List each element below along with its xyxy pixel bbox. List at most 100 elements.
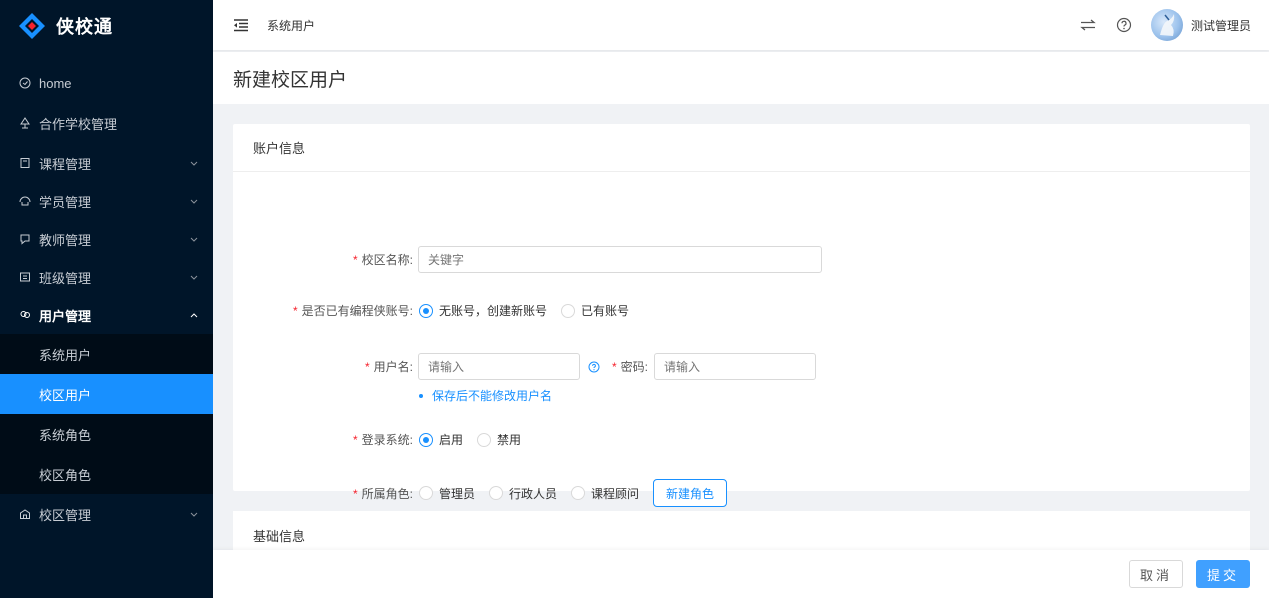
- sidebar-item-label: 用户管理: [39, 308, 92, 324]
- sidebar-subitem-campus-roles[interactable]: 校区角色: [0, 454, 213, 494]
- username-hint: 保存后不能修改用户名: [419, 387, 552, 404]
- radio-role-consultant[interactable]: 课程顾问: [571, 485, 639, 502]
- page-title: 新建校区用户: [233, 69, 348, 91]
- radio-dot: [419, 303, 433, 318]
- account-info-card: 账户信息 *校区名称: *是否已有编程侠账号: 无账号，创建新账号 已有账号 *…: [233, 124, 1250, 507]
- sidebar-item-courses[interactable]: 课程管理: [0, 144, 213, 182]
- sidebar-item-classes[interactable]: 班级管理: [0, 258, 213, 296]
- submit-button[interactable]: 提交: [1196, 560, 1250, 588]
- account-form: *校区名称: *是否已有编程侠账号: 无账号，创建新账号 已有账号 *用户名: …: [233, 172, 1250, 507]
- username-input[interactable]: [418, 353, 580, 380]
- sidebar-item-students[interactable]: 学员管理: [0, 182, 213, 220]
- avatar[interactable]: [1150, 9, 1183, 41]
- header-actions: 测试管理员: [1061, 0, 1251, 50]
- login-label: * 登录系统:: [352, 433, 413, 447]
- main-content: 账户信息 *校区名称: *是否已有编程侠账号: 无账号，创建新账号 已有账号 *…: [233, 124, 1250, 507]
- help-icon[interactable]: [1115, 16, 1133, 34]
- password-input[interactable]: [654, 353, 817, 380]
- radio-no-account[interactable]: 无账号，创建新账号: [419, 302, 547, 319]
- has-account-row: * 是否已有编程侠账号: 无账号，创建新账号 已有账号: [233, 302, 643, 319]
- chevron-down-icon: [189, 234, 199, 244]
- chevron-up-icon: [189, 310, 199, 320]
- question-circle-icon[interactable]: [588, 361, 600, 373]
- sidebar-menu: home 合作学校管理 课程管理 学员管理 教师管理 班级管理 用户管理 系统用…: [0, 64, 213, 533]
- sidebar-item-label: 课程管理: [39, 156, 92, 172]
- book-icon: [19, 157, 31, 169]
- chevron-down-icon: [189, 272, 199, 282]
- tree-icon: [19, 117, 31, 129]
- campus-icon: [19, 508, 31, 520]
- sidebar-item-label: 班级管理: [39, 270, 92, 286]
- sidebar-item-campus[interactable]: 校区管理: [0, 495, 213, 533]
- required-mark: *: [352, 486, 358, 501]
- class-icon: [19, 271, 31, 283]
- campus-name-label: * 校区名称:: [352, 253, 413, 267]
- users-submenu: 系统用户 校区用户 系统角色 校区角色: [0, 334, 213, 494]
- users-icon: [19, 309, 31, 321]
- username-label: * 用户名:: [364, 360, 413, 374]
- hint-bullet: [419, 393, 423, 398]
- required-mark: *: [364, 360, 370, 374]
- username-hint-row: 保存后不能修改用户名: [419, 387, 552, 404]
- radio-dot: [419, 486, 433, 500]
- required-mark: *: [352, 253, 358, 267]
- teacher-icon: [19, 233, 31, 245]
- swap-icon[interactable]: [1079, 16, 1097, 34]
- radio-enable[interactable]: 启用: [419, 431, 463, 448]
- sidebar-item-users[interactable]: 用户管理: [0, 296, 213, 334]
- student-icon: [19, 195, 31, 207]
- sidebar-item-partner-schools[interactable]: 合作学校管理: [0, 104, 213, 142]
- required-mark: *: [612, 360, 617, 374]
- sidebar-item-label: 校区管理: [39, 507, 92, 523]
- campus-name-input[interactable]: [418, 246, 822, 273]
- sidebar-subitem-campus-users[interactable]: 校区用户: [0, 374, 213, 414]
- logo-icon: [18, 12, 46, 40]
- cancel-button[interactable]: 取消: [1129, 560, 1183, 588]
- radio-role-staff[interactable]: 行政人员: [489, 485, 557, 502]
- top-header: 系统用户 测试管理员: [213, 0, 1269, 50]
- password-label: * 密码:: [612, 360, 649, 374]
- username-password-row: *用户名: *密码:: [233, 353, 817, 380]
- form-footer: 取消 提交: [213, 550, 1269, 598]
- sidebar-item-label: 合作学校管理: [39, 116, 118, 132]
- required-mark: *: [352, 433, 358, 447]
- basic-info-card: 基础信息: [233, 511, 1250, 551]
- user-name[interactable]: 测试管理员: [1191, 17, 1251, 34]
- radio-dot: [489, 486, 504, 500]
- role-row: * 所属角色: 管理员 行政人员 课程顾问 新建角色: [233, 479, 728, 507]
- radio-dot: [419, 432, 433, 447]
- chevron-down-icon: [189, 158, 199, 168]
- sidebar-item-teachers[interactable]: 教师管理: [0, 220, 213, 258]
- login-radio-group: 启用 禁用: [419, 431, 535, 448]
- sidebar-item-home[interactable]: home: [0, 64, 213, 102]
- required-mark: *: [292, 304, 298, 318]
- sidebar-subitem-system-users[interactable]: 系统用户: [0, 334, 213, 374]
- radio-dot: [561, 303, 576, 318]
- sidebar-item-label: 教师管理: [39, 232, 92, 248]
- logo[interactable]: 侠校通: [0, 0, 213, 52]
- clock-icon: [19, 77, 31, 89]
- breadcrumb[interactable]: 系统用户: [267, 17, 315, 34]
- app-name: 侠校通: [56, 17, 113, 37]
- has-account-radio-group: 无账号，创建新账号 已有账号: [419, 302, 643, 319]
- radio-role-admin[interactable]: 管理员: [419, 485, 475, 502]
- menu-fold-icon[interactable]: [233, 18, 249, 32]
- card-title: 账户信息: [233, 124, 1250, 172]
- radio-disable[interactable]: 禁用: [477, 431, 521, 448]
- sidebar-subitem-system-roles[interactable]: 系统角色: [0, 414, 213, 454]
- login-row: * 登录系统: 启用 禁用: [233, 431, 535, 448]
- sidebar-item-label: 学员管理: [39, 194, 92, 210]
- radio-dot: [477, 432, 492, 447]
- sidebar: 侠校通 home 合作学校管理 课程管理 学员管理 教师管理 班级管理 用户管理…: [0, 0, 213, 598]
- sidebar-item-label: home: [39, 75, 72, 91]
- chevron-down-icon: [189, 509, 199, 519]
- new-role-button[interactable]: 新建角色: [653, 479, 728, 507]
- campus-name-row: * 校区名称:: [233, 246, 822, 273]
- role-radio-group: 管理员 行政人员 课程顾问 新建角色: [419, 479, 728, 507]
- radio-dot: [571, 486, 586, 500]
- chevron-down-icon: [189, 196, 199, 206]
- radio-existing-account[interactable]: 已有账号: [561, 302, 629, 319]
- role-label: * 所属角色:: [352, 486, 413, 501]
- page-header: 新建校区用户: [213, 52, 1269, 104]
- has-account-label: * 是否已有编程侠账号:: [292, 304, 413, 318]
